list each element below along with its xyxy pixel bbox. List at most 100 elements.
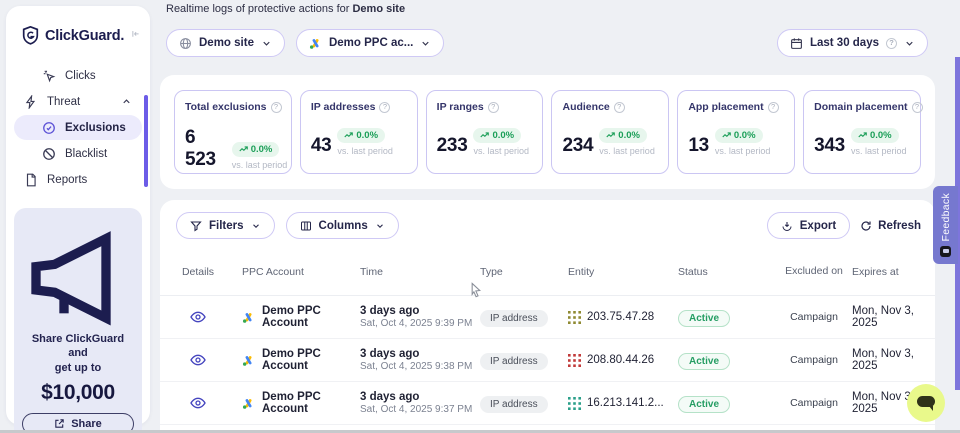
stat-card-ip-addresses: IP addresses? 43 0.0% vs. last period: [300, 90, 418, 174]
ppc-account-name: Demo PPC Account: [262, 348, 360, 372]
entity-identicon: [568, 397, 581, 410]
globe-icon: [179, 37, 192, 50]
column-header-expires-at[interactable]: Expires at: [852, 266, 935, 278]
column-header-entity[interactable]: Entity: [568, 266, 678, 278]
filters-button[interactable]: Filters: [176, 212, 275, 239]
status-badge: Active: [678, 310, 730, 327]
sidebar-item-label: Reports: [47, 174, 132, 186]
promo-amount: $10,000: [22, 381, 134, 405]
cursor-click-icon: [42, 69, 56, 83]
columns-button[interactable]: Columns: [286, 212, 399, 239]
table-row: Demo PPC Account 3 days agoSat, Oct 4, 2…: [160, 382, 935, 425]
stat-card-app-placement: App placement? 13 0.0% vs. last period: [677, 90, 795, 174]
stat-card-total-exclusions: Total exclusions? 6 523 0.0% vs. last pe…: [174, 90, 292, 174]
stat-title: App placement: [688, 101, 763, 113]
column-header-status[interactable]: Status: [678, 266, 776, 278]
chevron-up-icon: [121, 96, 132, 107]
entity-identicon: [568, 354, 581, 367]
view-details-button[interactable]: [190, 395, 206, 411]
help-icon[interactable]: ?: [488, 102, 499, 113]
time-relative: 3 days ago: [360, 305, 480, 317]
help-icon[interactable]: ?: [379, 102, 390, 113]
stat-value: 6 523: [185, 127, 226, 171]
sidebar-scrollbar[interactable]: [144, 95, 148, 187]
feedback-tab[interactable]: Feedback: [933, 186, 958, 264]
ppc-account-selector[interactable]: Demo PPC ac...: [296, 29, 444, 57]
sidebar: ClickGuard. Clicks Threat Exclusions: [6, 6, 150, 425]
date-range-value: Last 30 days: [810, 37, 879, 49]
google-ads-icon: [242, 397, 255, 410]
trend-up-icon: [480, 131, 489, 140]
sidebar-nav: Clicks Threat Exclusions Blacklist: [6, 59, 150, 192]
funnel-icon: [190, 220, 202, 232]
entity-value: 203.75.47.28: [587, 311, 654, 323]
sidebar-item-threat[interactable]: Threat: [14, 89, 142, 114]
sidebar-item-label: Threat: [47, 96, 112, 108]
view-details-button[interactable]: [190, 309, 206, 325]
trend-up-icon: [606, 131, 615, 140]
trend-up-icon: [344, 131, 353, 140]
site-selector-value: Demo site: [199, 37, 254, 49]
stat-trend-caption: vs. last period: [232, 160, 281, 170]
column-header-ppc-account[interactable]: PPC Account: [220, 266, 360, 278]
help-icon[interactable]: ?: [271, 102, 282, 113]
stat-trend: 0.0%: [734, 130, 756, 141]
entity-value: 208.80.44.26: [587, 354, 654, 366]
status-badge: Active: [678, 396, 730, 413]
column-header-time[interactable]: Time: [360, 266, 480, 278]
stat-trend-caption: vs. last period: [473, 146, 529, 156]
check-circle-icon: [42, 121, 56, 135]
type-badge: IP address: [480, 310, 548, 327]
table-header-row: Details PPC Account Time Type Entity Sta…: [160, 249, 935, 295]
sidebar-collapse-icon[interactable]: [130, 29, 140, 43]
entity-value: 16.213.141.2...: [587, 397, 664, 409]
stat-value: 343: [814, 135, 845, 157]
stat-trend-caption: vs. last period: [599, 146, 655, 156]
sidebar-item-clicks[interactable]: Clicks: [14, 63, 142, 88]
share-button-label: Share: [71, 418, 102, 430]
time-absolute: Sat, Oct 4, 2025 9:38 PM: [360, 361, 480, 372]
stat-card-domain-placement: Domain placement? 343 0.0% vs. last peri…: [803, 90, 921, 174]
sidebar-item-blacklist[interactable]: Blacklist: [14, 141, 142, 166]
google-ads-icon: [309, 37, 322, 50]
filters-button-label: Filters: [209, 220, 244, 232]
help-icon: ?: [886, 38, 897, 49]
affiliate-promo-card[interactable]: Share ClickGuard and get up to $10,000 S…: [14, 208, 142, 433]
chat-launcher-button[interactable]: [907, 384, 945, 422]
date-range-selector[interactable]: Last 30 days ?: [777, 29, 928, 57]
subtitle-site-name: Demo site: [352, 3, 405, 15]
sidebar-item-label: Clicks: [65, 70, 132, 82]
refresh-icon: [860, 220, 872, 232]
sidebar-item-exclusions[interactable]: Exclusions: [14, 115, 142, 140]
refresh-button[interactable]: Refresh: [860, 220, 921, 232]
google-ads-icon: [242, 311, 255, 324]
type-badge: IP address: [480, 396, 548, 413]
help-icon[interactable]: ?: [912, 102, 923, 113]
export-button[interactable]: Export: [767, 212, 850, 239]
expires-at-value: Mon, Nov 3, 2025: [852, 348, 935, 372]
column-header-excluded-on[interactable]: Excluded on: [776, 265, 852, 278]
exclusions-table-card: Filters Columns Export: [160, 200, 935, 433]
stat-trend: 0.0%: [870, 130, 892, 141]
stat-trend: 0.0%: [492, 130, 514, 141]
site-selector[interactable]: Demo site: [166, 29, 285, 57]
time-absolute: Sat, Oct 4, 2025 9:39 PM: [360, 318, 480, 329]
help-icon[interactable]: ?: [768, 102, 779, 113]
chevron-down-icon: [420, 38, 431, 49]
sidebar-item-reports[interactable]: Reports: [14, 167, 142, 192]
clickguard-shield-icon: [22, 26, 39, 45]
help-icon[interactable]: ?: [614, 102, 625, 113]
stat-title: Total exclusions: [185, 101, 267, 113]
sidebar-item-label: Blacklist: [65, 148, 132, 160]
stat-card-ip-ranges: IP ranges? 233 0.0% vs. last period: [426, 90, 544, 174]
subtitle-prefix: Realtime logs of protective actions for: [166, 3, 352, 15]
view-details-button[interactable]: [190, 352, 206, 368]
ppc-account-name: Demo PPC Account: [262, 391, 360, 415]
time-relative: 3 days ago: [360, 391, 480, 403]
ban-icon: [42, 147, 56, 161]
table-row: Demo PPC Account 3 days agoSat, Oct 4, 2…: [160, 339, 935, 382]
column-header-type[interactable]: Type: [480, 266, 568, 278]
sidebar-item-label: Exclusions: [65, 122, 132, 134]
column-header-details[interactable]: Details: [176, 266, 220, 278]
excluded-on-value: Campaign: [776, 354, 852, 366]
